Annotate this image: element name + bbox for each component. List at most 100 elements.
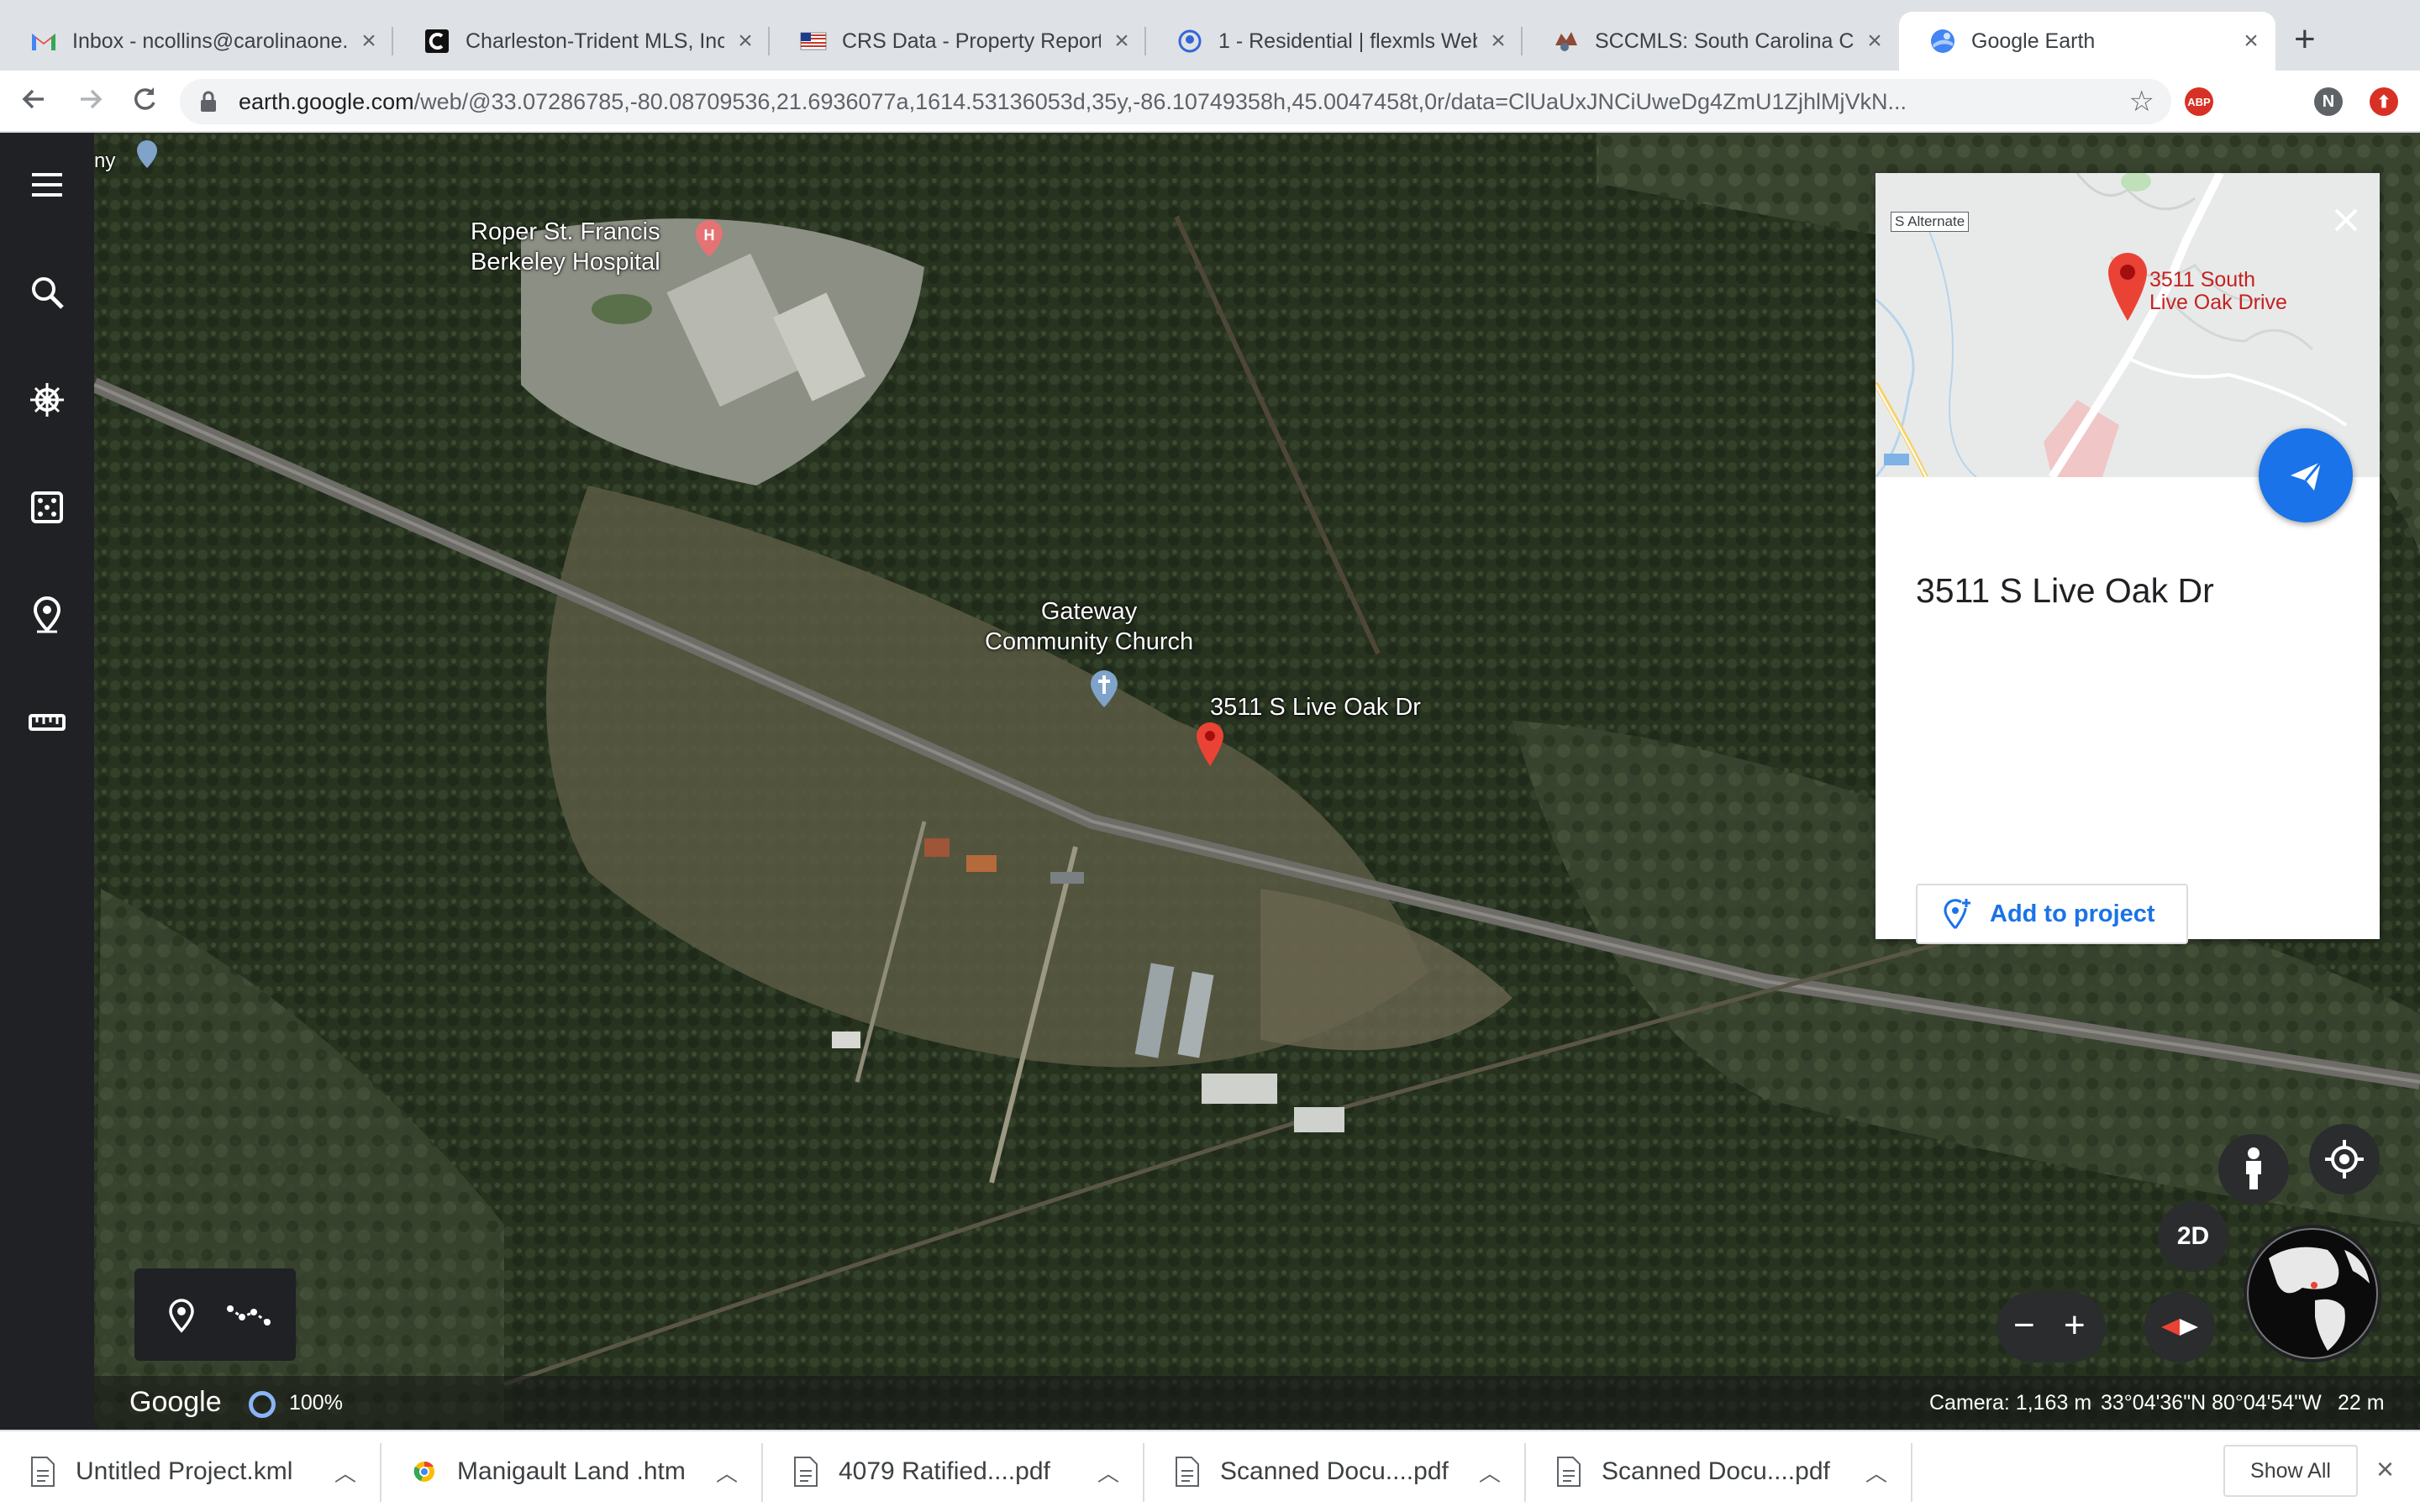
download-item[interactable]: 4079 Ratified....pdf ︿ — [763, 1431, 1144, 1512]
hospital-marker-icon[interactable]: H — [692, 218, 726, 263]
share-button[interactable] — [2259, 428, 2353, 522]
zoom-in-button[interactable]: + — [2064, 1304, 2086, 1347]
pegman-icon — [2246, 1147, 2261, 1189]
tab-mls[interactable]: Charleston-Trident MLS, Inc. × — [393, 12, 770, 71]
close-card-button[interactable] — [2329, 203, 2363, 237]
url-host: earth.google.com — [239, 88, 414, 114]
tab-title: Inbox - ncollins@carolinaone. — [72, 29, 348, 53]
globe-button[interactable] — [2244, 1225, 2381, 1362]
url-text: earth.google.com/web/@33.07286785,-80.08… — [239, 89, 2121, 115]
tab-title: 1 - Residential | flexmls Web — [1218, 29, 1477, 53]
crs-flag-icon — [800, 28, 827, 55]
google-earth-icon — [1929, 28, 1956, 55]
reload-icon — [134, 87, 155, 110]
edge-place-label[interactable]: ny — [94, 146, 115, 176]
google-logo: Google — [129, 1386, 222, 1418]
profile-avatar[interactable]: N — [2314, 87, 2343, 116]
pegman-street-view-button[interactable] — [2218, 1134, 2289, 1205]
chevron-up-icon[interactable]: ︿ — [1479, 1457, 1501, 1488]
reload-button[interactable] — [129, 84, 160, 122]
tab-close-icon[interactable]: × — [356, 27, 381, 55]
new-tab-button[interactable]: + — [2294, 18, 2316, 60]
tab-close-icon[interactable]: × — [2238, 27, 2264, 55]
tab-title: SCCMLS: South Carolina Co — [1595, 29, 1854, 53]
gmail-icon — [30, 28, 57, 55]
tab-gmail[interactable]: Inbox - ncollins@carolinaone. × — [0, 12, 393, 71]
search-icon[interactable] — [27, 272, 67, 312]
minimap-road-shield: S Alternate — [1891, 212, 1970, 232]
pdf-file-icon — [1557, 1457, 1581, 1487]
download-filename: Manigault Land .htm — [457, 1457, 686, 1485]
edge-place-marker-icon[interactable] — [134, 139, 160, 174]
download-item[interactable]: Untitled Project.kml ︿ — [0, 1431, 381, 1512]
my-location-button[interactable] — [2309, 1124, 2380, 1194]
bookmark-star-icon[interactable]: ☆ — [2129, 85, 2154, 118]
menu-icon[interactable] — [27, 165, 67, 205]
back-button[interactable] — [18, 84, 49, 122]
tab-crs[interactable]: CRS Data - Property Report × — [770, 12, 1146, 71]
download-filename: 4079 Ratified....pdf — [839, 1457, 1050, 1485]
browser-toolbar: earth.google.com/web/@33.07286785,-80.08… — [0, 71, 2420, 133]
update-extension-icon[interactable]: ⬆ — [2370, 87, 2398, 116]
church-label[interactable]: Gateway Community Church — [985, 596, 1193, 657]
compass-icon — [2161, 1319, 2198, 1336]
back-arrow-icon — [22, 89, 44, 109]
earth-viewport[interactable]: Roper St. Francis Berkeley Hospital H Ga… — [0, 133, 2420, 1430]
add-placemark-icon[interactable] — [163, 1297, 200, 1334]
tab-sccmls[interactable]: SCCMLS: South Carolina Co × — [1523, 12, 1899, 71]
forward-arrow-icon — [81, 89, 103, 109]
lock-icon — [201, 91, 216, 112]
voyager-icon[interactable] — [27, 380, 67, 420]
compass-button[interactable] — [2144, 1292, 2215, 1362]
abp-label: ABP — [2187, 95, 2211, 108]
projects-pin-icon[interactable] — [27, 595, 67, 635]
tab-close-icon[interactable]: × — [1486, 27, 1511, 55]
hospital-label[interactable]: Roper St. Francis Berkeley Hospital — [471, 217, 660, 277]
feeling-lucky-dice-icon[interactable] — [27, 487, 67, 528]
chevron-up-icon[interactable]: ︿ — [1865, 1457, 1887, 1488]
download-shelf: Untitled Project.kml ︿ Manigault Land .h… — [0, 1430, 2420, 1512]
file-icon — [31, 1457, 55, 1487]
tab-title: Charleston-Trident MLS, Inc. — [466, 29, 724, 53]
place-info-card: S Alternate 3511 South Live Oak Drive 35… — [1876, 173, 2380, 944]
adblock-extension-icon[interactable]: ABP — [2185, 87, 2213, 116]
loading-indicator-icon — [249, 1391, 276, 1418]
close-icon — [2334, 208, 2358, 232]
pdf-file-icon — [794, 1457, 818, 1487]
close-downloads-icon[interactable]: × — [2376, 1452, 2394, 1487]
download-item[interactable]: Scanned Docu....pdf ︿ — [1144, 1431, 1526, 1512]
chevron-up-icon[interactable]: ︿ — [1097, 1457, 1119, 1488]
tab-flexmls[interactable]: 1 - Residential | flexmls Web × — [1146, 12, 1523, 71]
chevron-up-icon[interactable]: ︿ — [716, 1457, 738, 1488]
flexmls-icon — [1176, 28, 1203, 55]
address-bar[interactable]: earth.google.com/web/@33.07286785,-80.08… — [180, 79, 2171, 124]
pin-address-label[interactable]: 3511 S Live Oak Dr — [1210, 692, 1421, 722]
status-bar: Google 100% Camera: 1,163 m 33°04'36"N 8… — [94, 1376, 2420, 1430]
measure-ruler-icon[interactable] — [27, 702, 67, 743]
tab-close-icon[interactable]: × — [1862, 27, 1887, 55]
pdf-file-icon — [1176, 1457, 1199, 1487]
camera-altitude: Camera: 1,163 m — [1929, 1391, 2092, 1415]
download-item[interactable]: Manigault Land .htm ︿ — [381, 1431, 763, 1512]
chevron-up-icon[interactable]: ︿ — [334, 1457, 356, 1488]
download-item[interactable]: Scanned Docu....pdf ︿ — [1526, 1431, 1912, 1512]
minimap-pin-label: 3511 South Live Oak Drive — [2149, 268, 2287, 314]
place-title: 3511 S Live Oak Dr — [1916, 571, 2214, 610]
tab-close-icon[interactable]: × — [1109, 27, 1134, 55]
forward-button[interactable] — [76, 84, 106, 122]
add-pin-icon — [1944, 899, 1970, 930]
church-marker-icon[interactable] — [1087, 669, 1121, 713]
download-filename: Scanned Docu....pdf — [1602, 1457, 1830, 1485]
tab-close-icon[interactable]: × — [733, 27, 758, 55]
tab-google-earth[interactable]: Google Earth × — [1899, 12, 2275, 71]
draw-path-icon[interactable] — [227, 1297, 271, 1334]
zoom-controls: − + — [1996, 1292, 2106, 1362]
zoom-out-button[interactable]: − — [2013, 1304, 2035, 1347]
toggle-2d-button[interactable]: 2D — [2158, 1201, 2228, 1272]
chrome-file-icon — [413, 1461, 434, 1482]
svg-text:H: H — [704, 227, 715, 244]
show-all-downloads-button[interactable]: Show All — [2223, 1445, 2358, 1497]
coordinates: 33°04'36"N 80°04'54"W — [2101, 1391, 2322, 1415]
red-location-pin-icon[interactable] — [1195, 721, 1225, 772]
add-to-project-button[interactable]: Add to project — [1916, 884, 2188, 944]
